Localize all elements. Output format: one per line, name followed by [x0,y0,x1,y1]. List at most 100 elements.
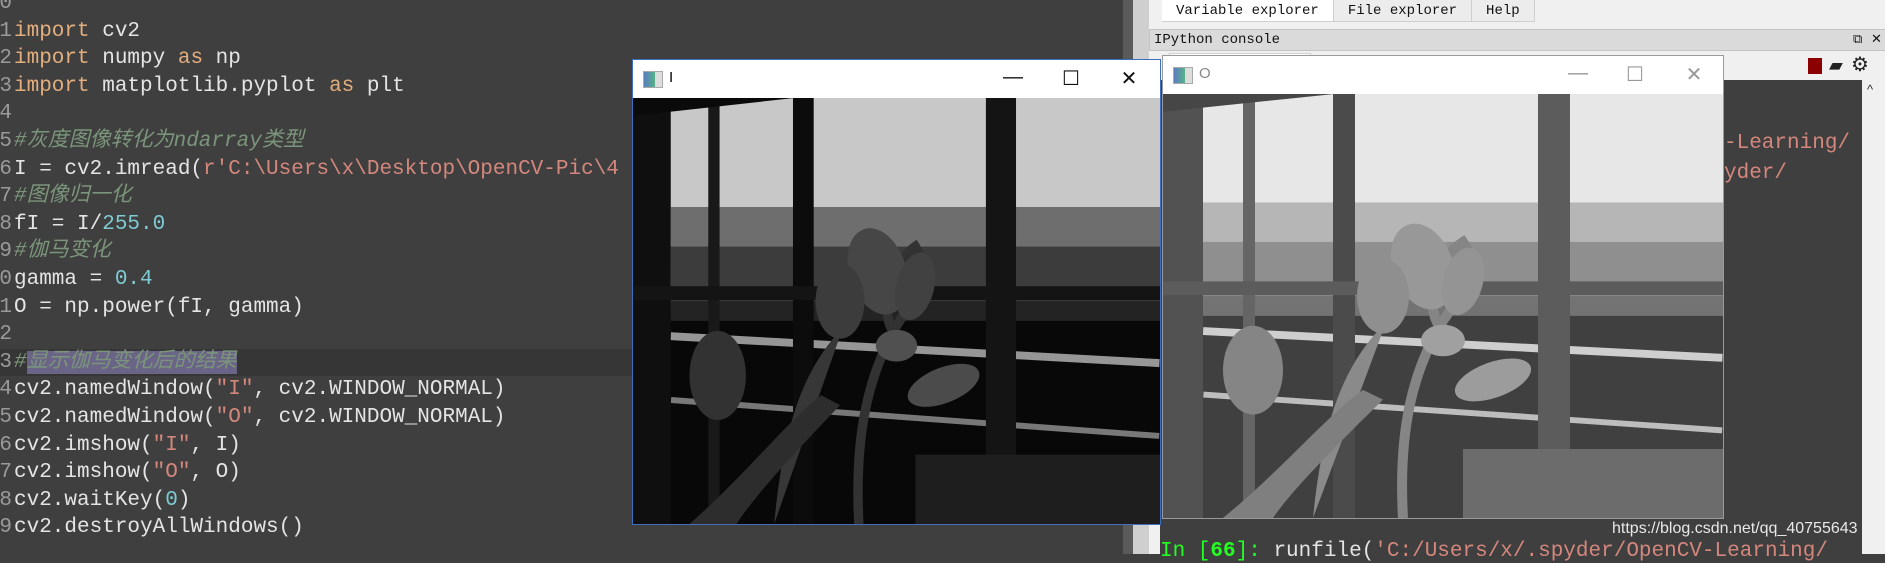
close-button[interactable]: ✕ [1679,62,1709,87]
code-text: O = np.power(fI, gamma) [14,294,304,322]
line-number: 4 [0,378,12,402]
stop-icon[interactable] [1808,58,1822,74]
code-token: cv2.destroyAllWindows() [14,516,304,540]
console-text: yder/ [1724,162,1788,185]
window-title: O [1199,65,1211,82]
console-title: IPython console [1154,32,1281,48]
line-number: 0 [0,268,12,291]
code-token: #灰度图像转化为ndarray类型 [14,130,304,153]
code-token: r'C:\Users\x\Desktop\OpenCV-Pic\4 [203,157,619,181]
code-token: cv2.namedWindow( [14,378,216,402]
line-number: 1 [0,295,12,319]
image-window-O[interactable]: O — ☐ ✕ [1162,55,1724,519]
code-text: cv2.imshow("I", I) [14,432,241,460]
prompt-close: ]: [1235,540,1274,563]
code-token: "I" [215,378,254,402]
line-number: 9 [0,240,12,264]
code-token: as [329,74,355,98]
code-token: cv2.imshow( [14,433,153,457]
code-token: 255.0 [102,212,166,236]
line-number: 0 [0,0,12,15]
close-icon[interactable]: ✕ [1871,30,1882,50]
code-token: "O" [152,461,191,485]
console-line: -Learning/ [1724,132,1850,155]
code-line[interactable]: 0 [0,0,1123,18]
scroll-up-icon[interactable]: ^ [1867,82,1873,97]
code-token: 0.4 [114,268,153,291]
line-number: 8 [0,488,12,512]
code-token: cv2.imshow( [14,461,153,485]
line-number: 5 [0,130,12,153]
line-number: 2 [0,323,12,347]
app-icon [643,71,663,88]
maximize-button[interactable]: ☐ [1620,62,1650,87]
code-line[interactable]: 1 import cv2 [0,18,1123,46]
code-token: #伽马变化 [14,240,111,264]
tab-help[interactable]: Help [1472,0,1535,22]
code-token: plt [354,74,405,98]
code-token: "I" [152,433,191,457]
code-token: "O" [215,406,254,429]
code-token: cv2 [89,19,141,43]
line-number: 6 [0,157,12,181]
code-token: # [14,350,27,374]
tab-file-explorer[interactable]: File explorer [1333,0,1473,22]
code-token: import [14,74,90,98]
code-text: #显示伽马变化后的结果 [14,349,237,377]
code-token: cv2.namedWindow( [14,406,216,429]
window-titlebar[interactable]: I — ☐ ✕ [633,60,1160,98]
code-token: np [203,47,241,71]
code-text: cv2.waitKey(0) [14,487,190,515]
code-token: as [177,47,204,71]
code-token: matplotlib.pyplot [89,74,330,98]
minimize-button[interactable]: — [1563,62,1593,85]
code-token: , O) [190,461,241,485]
code-text: cv2.namedWindow("O", cv2.WINDOW_NORMAL) [14,404,506,432]
prompt-in: In [ [1160,540,1211,563]
pane-tabs: Variable explorer File explorer Help [1162,0,1535,22]
code-token: import [14,47,90,71]
code-text: import cv2 [14,18,140,46]
line-number: 2 [0,47,12,71]
code-text: gamma = 0.4 [14,266,153,294]
code-text: fI = I/255.0 [14,211,165,239]
prompt-argument: 'C:/Users/x/.spyder/OpenCV-Learning/ [1374,540,1828,563]
eraser-icon[interactable]: ▰ [1829,55,1843,76]
code-text: #图像归一化 [14,183,132,211]
window-scene-image [633,98,1160,524]
code-token: cv2.waitKey( [14,488,166,512]
console-scrollbar[interactable]: ^ [1862,80,1885,554]
restore-icon[interactable]: ⧉ [1853,30,1862,50]
code-text: import matplotlib.pyplot as plt [14,73,405,101]
code-token: import [14,19,90,43]
window-title: I [669,69,674,86]
prompt-number: 66 [1210,540,1236,563]
code-text: #伽马变化 [14,238,111,266]
code-token: 0 [165,488,178,512]
console-prompt: In [66]: runfile('C:/Users/x/.spyder/Ope… [1160,540,1828,563]
image-display-gamma [1163,94,1723,518]
close-button[interactable]: ✕ [1114,66,1144,91]
maximize-button[interactable]: ☐ [1056,66,1086,91]
code-token: 显示伽马变化后的结果 [26,350,237,374]
line-number: 8 [0,212,12,236]
minimize-button[interactable]: — [998,66,1028,89]
code-token: O = np.power(fI, gamma) [14,295,304,319]
gear-icon[interactable]: ⚙ [1851,52,1869,77]
tab-variable-explorer[interactable]: Variable explorer [1162,0,1334,22]
code-token: ) [177,488,191,512]
line-number: 5 [0,406,12,429]
code-text: I = cv2.imread(r'C:\Users\x\Desktop\Open… [14,156,619,184]
window-titlebar[interactable]: O — ☐ ✕ [1163,56,1723,94]
line-number: 6 [0,433,12,457]
code-token: fI = I/ [14,212,103,236]
code-token: I = cv2.imread( [14,157,204,181]
code-token: , cv2.WINDOW_NORMAL) [253,378,506,402]
code-text: cv2.destroyAllWindows() [14,514,304,542]
console-line: yder/ [1724,162,1787,185]
image-window-I[interactable]: I — ☐ ✕ [632,59,1161,525]
line-number: 3 [0,350,12,374]
code-token: #图像归一化 [14,185,132,209]
prompt-command: runfile( [1273,540,1375,563]
code-token: , cv2.WINDOW_NORMAL) [253,406,506,429]
